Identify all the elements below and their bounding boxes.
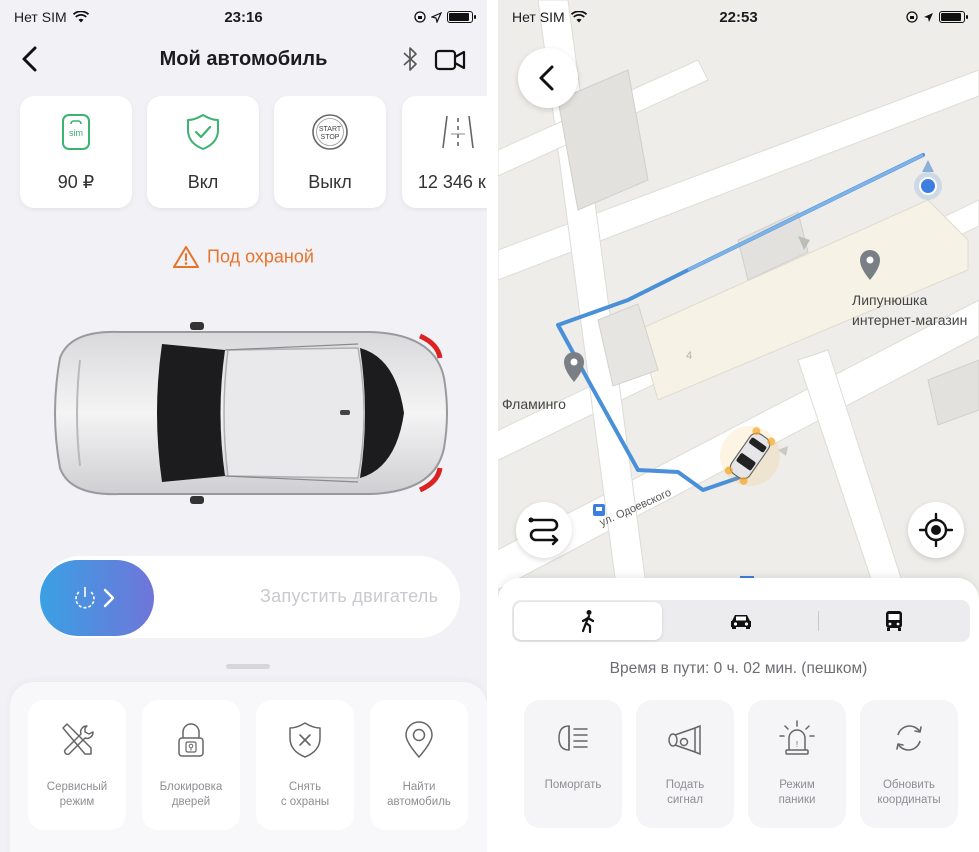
- stop-label: STOP: [321, 134, 340, 141]
- svg-text:sim: sim: [69, 128, 83, 138]
- walking-person-icon: [581, 610, 595, 633]
- route-icon: [528, 517, 559, 546]
- screen-divider: [487, 0, 498, 852]
- poi-label-flamingo: Фламинго: [502, 396, 566, 412]
- right-screen: Нет SIM 22:53 Липунюшка интернет-магазин…: [498, 0, 979, 852]
- warning-triangle-icon: [173, 246, 200, 268]
- flash-lights-button[interactable]: Поморгать: [524, 700, 622, 828]
- horn-label: Подать сигнал: [665, 779, 705, 806]
- carrier-label: Нет SIM: [512, 9, 565, 25]
- bluetooth-icon[interactable]: [396, 44, 424, 74]
- location-arrow-icon: [431, 11, 442, 23]
- bus-icon: [886, 611, 902, 631]
- status-indicators: [414, 11, 476, 23]
- svg-text:!: !: [796, 740, 798, 749]
- panic-mode-button[interactable]: ! Режим паники: [748, 700, 846, 828]
- security-card[interactable]: Вкл: [147, 96, 259, 208]
- guard-status-text: Под охраной: [207, 246, 314, 267]
- refresh-coords-label: Обновить координаты: [877, 779, 941, 806]
- poi-label: Липунюшка: [852, 292, 928, 308]
- sim-balance-card[interactable]: sim 90 ₽: [20, 96, 132, 208]
- engine-value: Выкл: [308, 172, 352, 192]
- video-camera-icon[interactable]: [432, 46, 468, 74]
- refresh-icon: [896, 725, 922, 751]
- siren-icon: !: [779, 720, 815, 755]
- slider-hint-text: Запустить двигатель: [260, 586, 439, 606]
- slider-knob[interactable]: [40, 560, 154, 636]
- mileage-value: 12 346 км: [417, 172, 487, 192]
- horn-icon: [668, 724, 701, 756]
- travel-time-text: Время в пути: 0 ч. 02 мин. (пешком): [609, 660, 868, 677]
- route-panel: Время в пути: 0 ч. 02 мин. (пешком) Помо…: [498, 578, 979, 852]
- mode-bus[interactable]: [820, 602, 968, 640]
- road-icon: [442, 115, 474, 149]
- find-car-label: Найти автомобиль: [387, 781, 451, 808]
- carrier-info: Нет SIM: [512, 9, 587, 25]
- headlight-icon: [558, 725, 588, 751]
- battery-icon: [939, 11, 968, 23]
- mode-car[interactable]: [667, 602, 815, 640]
- carrier-label: Нет SIM: [14, 9, 67, 25]
- nav-bar: Мой автомобиль: [0, 38, 487, 82]
- flash-lights-label: Поморгать: [544, 779, 602, 791]
- guard-status: Под охраной: [0, 245, 487, 269]
- my-location-button[interactable]: [908, 502, 964, 558]
- battery-icon: [447, 11, 476, 23]
- security-value: Вкл: [187, 172, 219, 192]
- engine-card[interactable]: START STOP Выкл: [274, 96, 386, 208]
- building-number: 4: [686, 350, 693, 362]
- location-pin-icon: [405, 721, 433, 759]
- transport-mode-selector: [512, 600, 970, 642]
- sheet-grabber[interactable]: [226, 664, 270, 669]
- segment-divider: [818, 611, 819, 631]
- door-lock-button[interactable]: Блокировка дверей: [142, 700, 240, 830]
- mode-walking[interactable]: [514, 602, 662, 640]
- service-mode-button[interactable]: Сервисный режим: [28, 700, 126, 830]
- shield-x-icon: [289, 722, 321, 758]
- start-stop-icon: STARTSTOP: [312, 114, 348, 150]
- find-car-button[interactable]: Найти автомобиль: [370, 700, 468, 830]
- back-chevron-icon: [539, 65, 554, 91]
- power-icon: [75, 587, 115, 609]
- horn-button[interactable]: Подать сигнал: [636, 700, 734, 828]
- panic-mode-label: Режим паники: [778, 779, 816, 806]
- status-bar: Нет SIM 23:16: [0, 0, 487, 34]
- car-image: [54, 322, 448, 504]
- crosshair-icon: [918, 512, 954, 548]
- door-lock-label: Блокировка дверей: [159, 781, 223, 808]
- car-icon: [731, 615, 751, 629]
- service-mode-label: Сервисный режим: [46, 781, 108, 808]
- refresh-coords-button[interactable]: Обновить координаты: [860, 700, 958, 828]
- disarm-label: Снять с охраны: [280, 781, 330, 808]
- wifi-icon: [72, 11, 89, 23]
- poi-sublabel: интернет-магазин: [852, 312, 968, 328]
- engine-start-slider[interactable]: Запустить двигатель: [40, 556, 460, 638]
- disarm-button[interactable]: Снять с охраны: [256, 700, 354, 830]
- location-arrow-icon: [924, 12, 933, 22]
- map-back-button[interactable]: [518, 48, 578, 108]
- shield-check-icon: [187, 114, 219, 150]
- status-bar: Нет SIM 22:53: [498, 0, 979, 34]
- sim-balance-value: 90 ₽: [57, 172, 95, 192]
- status-cards: sim 90 ₽ Вкл STARTSTOP Выкл 12 346 км: [0, 96, 487, 212]
- orientation-lock-icon: [906, 11, 918, 23]
- orientation-lock-icon: [414, 11, 426, 23]
- status-indicators: [906, 11, 968, 23]
- mileage-card[interactable]: 12 346 км: [402, 96, 487, 208]
- left-screen: Нет SIM 23:16 Мой автомобиль sim 90 ₽ Вк…: [0, 0, 487, 852]
- carrier-info: Нет SIM: [14, 9, 89, 25]
- route-button[interactable]: [516, 502, 572, 558]
- start-label: START: [319, 126, 342, 133]
- wrench-screwdriver-icon: [62, 723, 94, 756]
- padlock-icon: [178, 723, 204, 757]
- wifi-icon: [570, 11, 587, 23]
- sim-card-icon: sim: [62, 114, 90, 150]
